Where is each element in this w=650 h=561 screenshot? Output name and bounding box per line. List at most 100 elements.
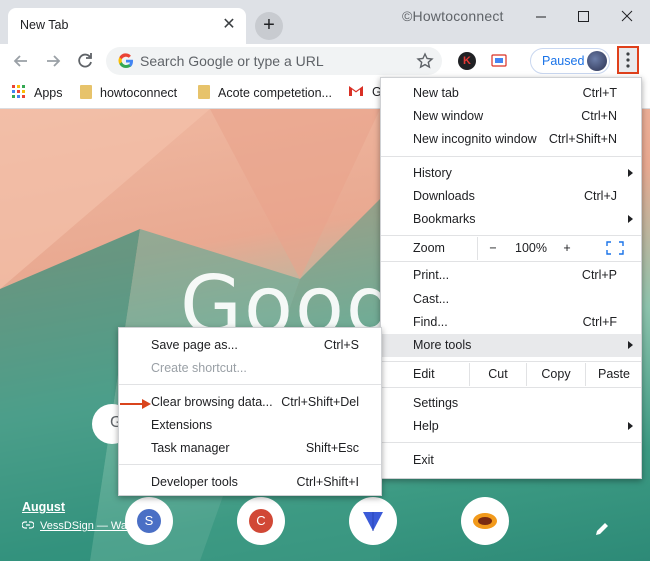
menu-item-find[interactable]: Find... Ctrl+F [381,311,641,334]
menu-item-label: Extensions [151,418,213,432]
chrome-main-menu: New tab Ctrl+T New window Ctrl+N New inc… [380,77,642,479]
bookmark-label: howtoconnect [100,86,178,100]
tab-close-icon[interactable]: ✕ [220,16,238,34]
menu-item-help[interactable]: Help [381,415,641,438]
google-g-icon [118,53,133,68]
arrow-right-icon [47,55,61,67]
menu-item-shortcut: Shift+Esc [305,441,359,455]
gmail-icon [349,86,363,96]
copy-button[interactable]: Copy [526,363,585,386]
chrome-menu-button[interactable] [617,46,639,74]
menu-item-label: More tools [413,338,472,352]
extension-cast-icon[interactable] [490,52,508,70]
menu-item-new-window[interactable]: New window Ctrl+N [381,105,641,128]
zoom-level: 100% [515,241,547,255]
menu-item-label: Clear browsing data... [151,395,273,409]
menu-item-shortcut: Ctrl+J [584,189,617,203]
menu-separator [381,442,641,443]
menu-item-shortcut: Ctrl+F [582,315,617,329]
menu-item-extensions[interactable]: Extensions [119,414,381,437]
tab-new-tab[interactable]: New Tab ✕ [8,8,246,44]
omnibox-placeholder: Search Google or type a URL [140,53,324,69]
menu-item-new-incognito-window[interactable]: New incognito window Ctrl+Shift+N [381,128,641,151]
paste-button[interactable]: Paste [585,363,642,386]
menu-item-label: Zoom [413,241,445,255]
minimize-button[interactable] [526,6,556,28]
menu-item-edit: Edit Cut Copy Paste [381,363,641,386]
omnibox[interactable]: Search Google or type a URL [106,47,442,75]
menu-item-label: Cast... [413,292,450,306]
reload-icon [78,53,92,68]
menu-item-settings[interactable]: Settings [381,392,641,415]
apps-grid-icon [12,85,25,98]
menu-item-label: Developer tools [151,475,238,489]
background-credit-link[interactable]: VessDSign — Wa [21,520,128,532]
menu-item-label: Print... [413,268,450,282]
arrow-left-icon [13,55,27,67]
bookmark-gmail[interactable]: G [348,85,382,99]
bookmark-acote[interactable]: Acote competetion... [198,85,332,100]
tab-title: New Tab [20,18,69,32]
menu-item-label: Settings [413,396,459,410]
minimize-icon [536,16,546,18]
folder-icon [198,85,210,99]
more-tools-submenu: Save page as... Ctrl+S Create shortcut..… [118,327,382,496]
reload-button[interactable] [74,50,96,72]
shortcut-badge-icon [473,513,497,529]
shortcut-triangle-icon [363,512,383,531]
extension-k-icon[interactable]: K [458,52,476,70]
menu-item-print[interactable]: Print... Ctrl+P [381,264,641,287]
menu-item-developer-tools[interactable]: Developer tools Ctrl+Shift+I [119,471,381,494]
profile-button[interactable]: Paused [530,48,610,74]
shortcut-tile-c[interactable]: C [237,497,285,545]
link-icon [21,521,35,529]
menu-item-downloads[interactable]: Downloads Ctrl+J [381,185,641,208]
tile-letter: C [249,509,273,533]
shortcut-tile-3[interactable] [349,497,397,545]
customize-pencil-icon[interactable] [594,521,610,537]
forward-button[interactable] [42,50,64,72]
menu-item-new-tab[interactable]: New tab Ctrl+T [381,82,641,105]
menu-item-label: New tab [413,86,459,100]
bookmark-apps[interactable]: Apps [12,85,63,100]
credit-link-text: VessDSign — Wa [40,520,128,532]
fullscreen-icon[interactable] [606,241,624,255]
menu-item-label: Find... [413,315,448,329]
annotation-arrow-icon [120,399,151,409]
maximize-icon [578,11,589,22]
menu-item-label: Task manager [151,441,230,455]
menu-item-history[interactable]: History [381,162,641,185]
menu-item-shortcut: Ctrl+P [581,268,617,282]
menu-separator [381,361,641,362]
zoom-in-button[interactable]: + [555,237,579,260]
bookmark-howtoconnect[interactable]: howtoconnect [80,85,177,100]
shortcut-tile-s[interactable]: S [125,497,173,545]
menu-item-save-page-as[interactable]: Save page as... Ctrl+S [119,334,381,357]
submenu-arrow-icon [628,422,633,430]
shortcut-tile-4[interactable] [461,497,509,545]
cut-button[interactable]: Cut [469,363,526,386]
back-button[interactable] [10,50,32,72]
menu-item-shortcut: Ctrl+Shift+Del [281,395,359,409]
menu-item-label: Downloads [413,189,475,203]
menu-item-cast[interactable]: Cast... [381,288,641,311]
menu-item-exit[interactable]: Exit [381,449,641,472]
menu-item-bookmarks[interactable]: Bookmarks [381,208,641,231]
zoom-out-button[interactable]: − [481,237,505,260]
menu-item-label: New window [413,109,484,123]
new-tab-button[interactable]: + [255,12,283,40]
window-close-button[interactable] [612,6,642,28]
menu-item-label: Bookmarks [413,212,476,226]
menu-item-shortcut: Ctrl+T [582,86,617,100]
folder-icon [80,85,92,99]
menu-item-label: Edit [413,367,435,381]
menu-item-clear-browsing-data[interactable]: Clear browsing data... Ctrl+Shift+Del [119,391,381,414]
maximize-button[interactable] [568,6,598,28]
menu-separator [381,235,641,236]
menu-separator [381,261,641,262]
menu-item-task-manager[interactable]: Task manager Shift+Esc [119,437,381,460]
menu-item-more-tools[interactable]: More tools [381,334,641,357]
bookmark-star-icon[interactable] [416,52,434,70]
submenu-arrow-icon [628,215,633,223]
background-credit-title[interactable]: August [22,500,65,514]
